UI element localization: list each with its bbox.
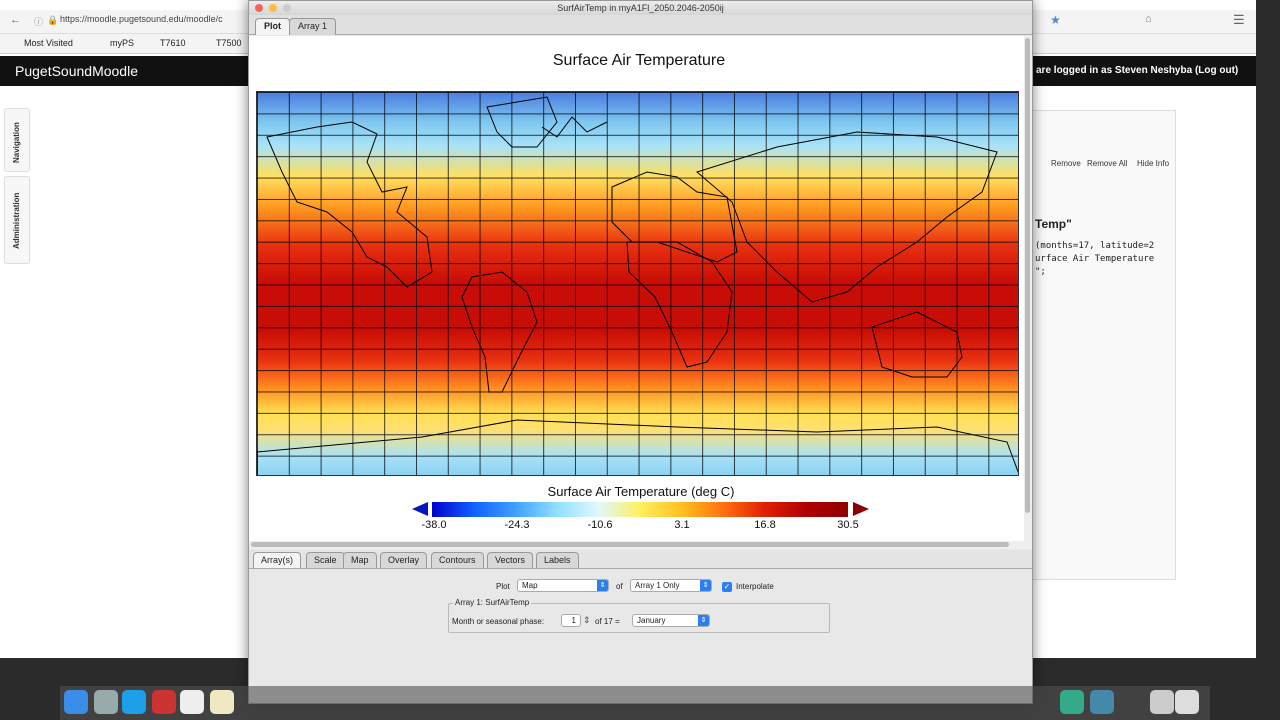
window-titlebar: SurfAirTemp in myA1Fl_2050.2046-2050ij [249,1,1032,15]
finder-icon[interactable] [64,690,88,714]
navigation-tab-label: Navigation [12,122,21,163]
administration-tab-label: Administration [12,192,21,249]
select-arrow-icon: ⇕ [698,615,709,626]
select-arrow-icon: ⇕ [700,580,711,591]
panel-heading: Temp" [1035,217,1072,231]
select-arrow-icon: ⇕ [597,580,608,591]
menu-icon[interactable]: ☰ [1233,12,1245,28]
array-select[interactable]: Array 1 Only ⇕ [630,579,712,592]
month-total-label: of 17 = [595,617,620,626]
colorbar-tick: -10.6 [587,519,613,531]
colorbar-tick: 3.1 [674,519,690,531]
vertical-scroll-thumb[interactable] [1025,38,1030,513]
horizontal-scroll-thumb[interactable] [251,542,1009,547]
tab-plot[interactable]: Plot [255,18,290,35]
tab-contours[interactable]: Contours [431,552,484,568]
panoply-window: SurfAirTemp in myA1Fl_2050.2046-2050ij P… [248,0,1033,704]
launchpad-icon[interactable] [94,690,118,714]
continent-outlines [257,96,1018,475]
dock [60,686,1210,720]
month-input[interactable]: 1 [561,614,581,627]
remove-button[interactable]: Remove [1051,159,1081,168]
code-line: "; [1035,267,1046,277]
month-input-value: 1 [571,616,576,625]
bookmark-t7500[interactable]: T7500 [216,38,242,48]
trash-icon[interactable] [1175,690,1199,714]
bookmark-t7610[interactable]: T7610 [160,38,186,48]
vertical-scrollbar[interactable] [1024,36,1032,541]
window-title: SurfAirTemp in myA1Fl_2050.2046-2050ij [557,3,724,13]
tab-overlay[interactable]: Overlay [380,552,428,568]
calendar-icon[interactable] [180,690,204,714]
panoply-icon[interactable] [1090,690,1114,714]
tab-arrays[interactable]: Array(s) [253,552,301,568]
star-icon[interactable]: ★ [1050,13,1061,27]
array-settings-group: Array 1: SurfAirTemp Month or seasonal p… [448,598,830,633]
array-select-value: Array 1 Only [635,581,680,590]
tab-scale[interactable]: Scale [306,552,345,568]
of-label: of [616,582,623,591]
remove-all-button[interactable]: Remove All [1087,159,1127,168]
plot-area: Surface Air Temperature Surface Air Temp… [249,36,1024,541]
info-icon[interactable]: ⓘ [34,15,43,28]
back-icon[interactable]: ← [10,14,21,26]
plot-type-label: Plot [496,582,510,591]
interpolate-label: Interpolate [736,582,774,591]
plot-title: Surface Air Temperature [552,52,726,69]
notes-icon[interactable] [210,690,234,714]
tab-map[interactable]: Map [343,552,377,568]
bookmark-most-visited[interactable]: Most Visited [24,38,73,48]
plot-type-select[interactable]: Map ⇕ [517,579,609,592]
month-label: Month or seasonal phase: [452,617,545,626]
horizontal-scrollbar[interactable] [249,541,1032,549]
site-title[interactable]: PugetSoundMoodle [15,63,138,79]
temperature-map[interactable] [256,91,1019,476]
downloads-icon[interactable] [1150,690,1174,714]
month-name-select[interactable]: January ⇕ [632,614,710,627]
navigation-tab[interactable]: Navigation [4,108,30,172]
info-panel: Remove Remove All Hide Info Temp" (month… [1032,110,1176,580]
month-name-value: January [637,616,666,625]
lock-icon: 🔒 [47,15,59,25]
url-bar[interactable]: https://moodle.pugetsound.edu/moodle/c [60,14,223,24]
home-icon[interactable]: ⌂ [1145,13,1152,25]
colorbar-tick: 30.5 [837,519,859,531]
hide-info-button[interactable]: Hide Info [1137,159,1169,168]
globe-icon[interactable] [1060,690,1084,714]
code-line: (months=17, latitude=2 [1035,241,1155,251]
bookmark-myps[interactable]: myPS [110,38,134,48]
colorbar-title: Surface Air Temperature (deg C) [547,484,735,499]
array-group-legend: Array 1: SurfAirTemp [453,598,532,607]
tab-array-1[interactable]: Array 1 [289,18,337,35]
colorbar-tick: -24.3 [504,519,530,531]
month-stepper-icon[interactable]: ⇕ [583,615,591,626]
interpolate-checkbox[interactable]: ✓ [722,582,732,592]
window-tabs: Plot Array 1 [249,15,1032,35]
colorbar-max-arrow [853,502,869,516]
tab-labels[interactable]: Labels [536,552,579,568]
administration-tab[interactable]: Administration [4,176,30,264]
colorbar [432,502,848,517]
minimize-icon[interactable] [269,4,277,12]
skype-icon[interactable] [122,690,146,714]
code-line: urface Air Temperature [1035,254,1155,264]
tab-vectors[interactable]: Vectors [487,552,534,568]
acrobat-icon[interactable] [152,690,176,714]
colorbar-tick: -38.0 [421,519,447,531]
plot-type-value: Map [522,581,538,590]
login-info[interactable]: are logged in as Steven Neshyba (Log out… [1036,65,1238,76]
zoom-icon[interactable] [283,4,291,12]
close-icon[interactable] [255,4,263,12]
control-tabs: Array(s) Scale Map Overlay Contours Vect… [249,550,1032,569]
colorbar-tick: 16.8 [754,519,776,531]
colorbar-min-arrow [412,502,428,516]
